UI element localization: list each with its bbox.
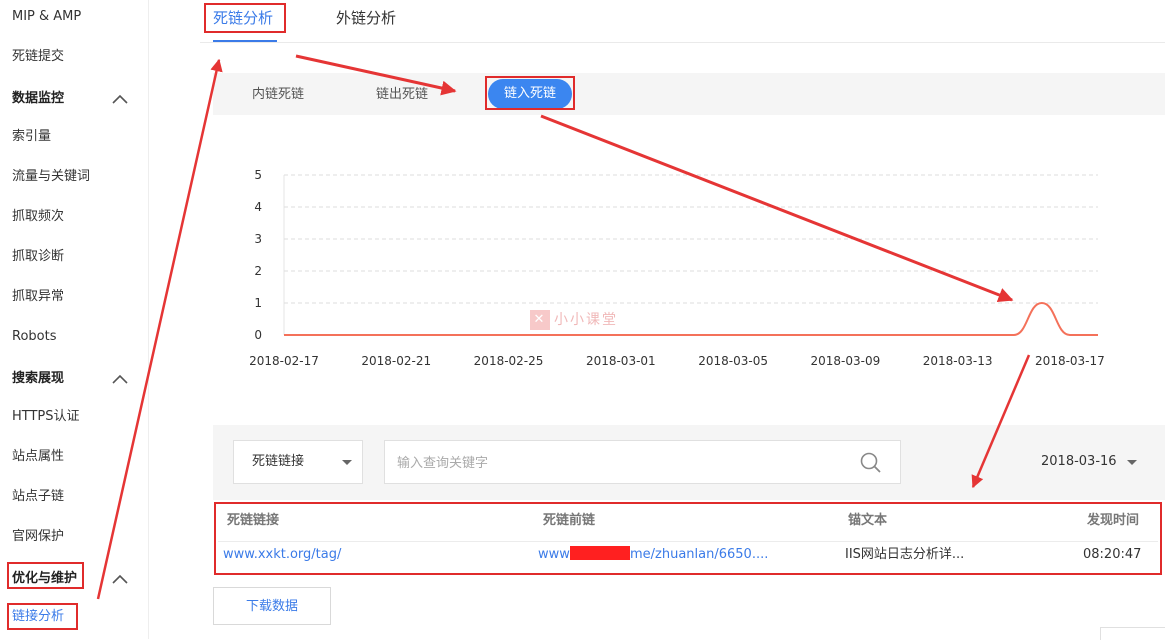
date-select-value: 2018-03-16 (1041, 454, 1117, 469)
sidebar-section-label: 搜索展现 (12, 371, 64, 386)
annotation-box (214, 502, 1162, 575)
y-tick-label: 1 (254, 296, 262, 310)
sidebar-item-crawl-diagnosis[interactable]: 抓取诊断 (12, 247, 64, 267)
x-tick-label: 2018-03-17 (1035, 354, 1105, 368)
sidebar-item-mip-amp[interactable]: MIP & AMP (12, 7, 81, 27)
x-tick-label: 2018-03-09 (811, 354, 881, 368)
series-line (284, 303, 1098, 335)
link-type-select-value: 死链链接 (252, 454, 304, 469)
sidebar-item-https[interactable]: HTTPS认证 (12, 407, 80, 427)
date-select[interactable]: 2018-03-16 (1041, 452, 1117, 472)
watermark-text: 小小课堂 (554, 312, 618, 328)
sidebar-section-search-display[interactable]: 搜索展现 (12, 369, 130, 389)
sidebar-section-data-monitoring[interactable]: 数据监控 (12, 89, 130, 109)
chevron-up-icon (110, 369, 130, 389)
x-logo-icon: ✕ (530, 310, 550, 330)
subtab-internal-dead-links[interactable]: 内链死链 (252, 85, 304, 105)
sidebar-item-dead-link-submit[interactable]: 死链提交 (12, 47, 64, 67)
y-tick-label: 5 (254, 168, 262, 182)
sidebar-item-index-volume[interactable]: 索引量 (12, 127, 51, 147)
sidebar-item-robots[interactable]: Robots (12, 327, 56, 347)
x-tick-label: 2018-02-17 (249, 354, 319, 368)
y-tick-label: 3 (254, 232, 262, 246)
subtab-outbound-dead-links[interactable]: 链出死链 (376, 85, 428, 105)
y-tick-label: 0 (254, 328, 262, 342)
x-tick-label: 2018-02-25 (474, 354, 544, 368)
annotation-box (204, 3, 286, 33)
tabs-divider (200, 42, 1165, 43)
panel-corner (1100, 627, 1165, 640)
chevron-up-icon (110, 89, 130, 109)
sidebar-item-site-properties[interactable]: 站点属性 (12, 447, 64, 467)
annotation-box (7, 603, 78, 630)
y-tick-label: 2 (254, 264, 262, 278)
x-tick-label: 2018-03-05 (698, 354, 768, 368)
sidebar-item-crawl-errors[interactable]: 抓取异常 (12, 287, 64, 307)
y-tick-label: 4 (254, 200, 262, 214)
chevron-down-icon (342, 460, 352, 465)
sidebar-item-traffic-keywords[interactable]: 流量与关键词 (12, 167, 90, 187)
chevron-up-icon (110, 569, 130, 589)
search-input[interactable] (395, 451, 839, 475)
chevron-down-icon (1127, 460, 1137, 465)
sidebar: MIP & AMP 死链提交 数据监控 索引量 流量与关键词 抓取频次 抓取诊断… (0, 0, 149, 639)
x-tick-label: 2018-03-01 (586, 354, 656, 368)
search-icon[interactable] (859, 451, 883, 475)
sidebar-item-crawl-frequency[interactable]: 抓取频次 (12, 207, 64, 227)
link-type-select[interactable]: 死链链接 (233, 440, 363, 484)
dead-link-trend-chart: 0 1 2 3 4 5 2018-02-17 2018-02-21 2018-02-25 2018… (240, 160, 1120, 380)
x-tick-label: 2018-02-21 (361, 354, 431, 368)
download-data-button[interactable]: 下载数据 (213, 587, 331, 625)
annotation-box (485, 76, 575, 110)
search-box (384, 440, 901, 484)
sidebar-item-sitelinks[interactable]: 站点子链 (12, 487, 64, 507)
annotation-box (7, 562, 84, 589)
sidebar-section-label: 数据监控 (12, 91, 64, 106)
x-tick-label: 2018-03-13 (923, 354, 993, 368)
watermark: ✕小小课堂 (530, 308, 640, 332)
sidebar-item-official-site-protection[interactable]: 官网保护 (12, 527, 64, 547)
tab-external-link-analysis[interactable]: 外链分析 (336, 6, 396, 30)
subtab-bar (213, 73, 1165, 115)
active-tab-indicator (213, 40, 277, 42)
